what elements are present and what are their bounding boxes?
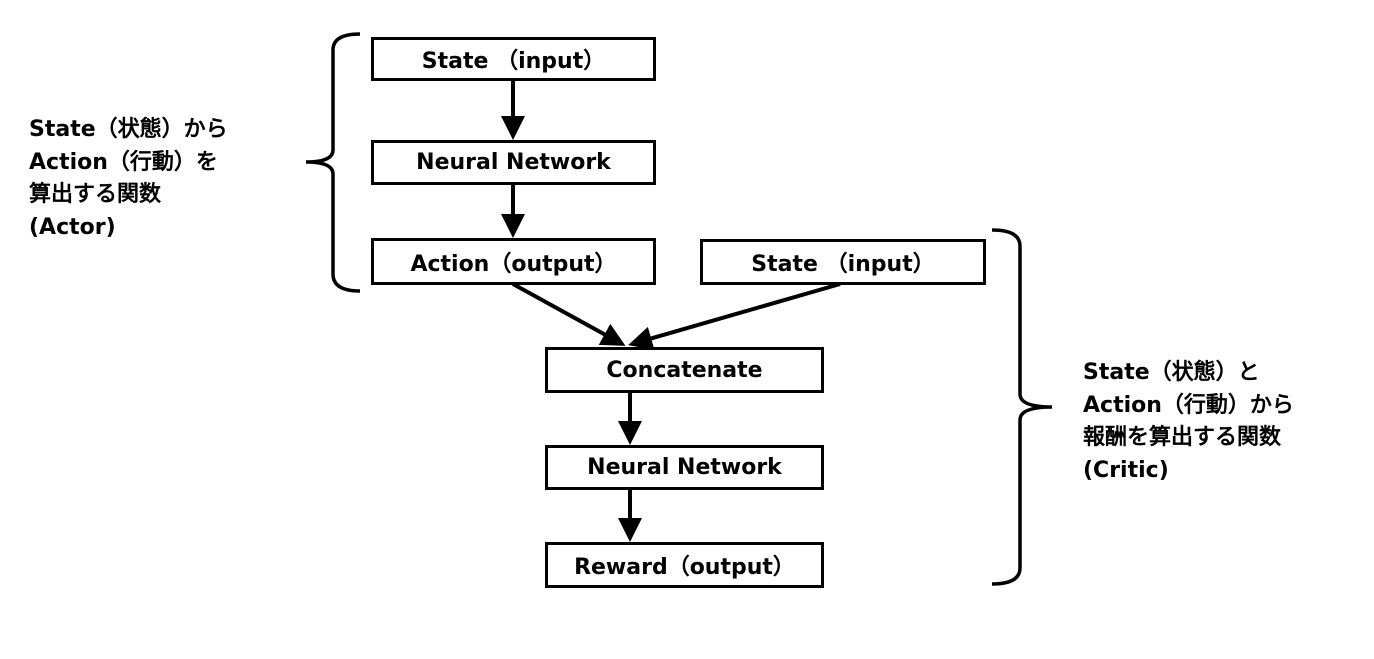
critic-description-line: Action（行動）から	[1083, 392, 1294, 418]
actor-description-line: Action（行動）を	[29, 149, 218, 175]
actor-description-line: State（状態）から	[29, 117, 228, 142]
critic-description-line: 報酬を算出する関数	[1083, 425, 1282, 450]
concatenate-node: Concatenate	[545, 347, 824, 393]
actor-description: State（状態）から Action（行動）を 算出する関数 (Actor)	[29, 114, 228, 244]
actor-description-line: 算出する関数	[29, 182, 162, 207]
arrow-state-to-concat	[628, 282, 841, 350]
arrow-action-to-concat	[512, 282, 626, 346]
actor-state-input-node: State （input）	[371, 37, 656, 81]
critic-description-line: State（状態）と	[1083, 360, 1260, 385]
critic-neural-network-node: Neural Network	[545, 445, 824, 490]
actor-description-line: (Actor)	[29, 214, 116, 240]
critic-description: State（状態）と Action（行動）から 報酬を算出する関数 (Criti…	[1083, 357, 1294, 487]
critic-brace	[991, 228, 1053, 586]
reward-output-node: Reward（output）	[545, 542, 824, 588]
actor-critic-diagram: State （input） Neural Network Action（outp…	[0, 0, 1374, 659]
actor-brace	[305, 32, 361, 293]
action-output-node: Action（output）	[371, 238, 656, 285]
actor-neural-network-node: Neural Network	[371, 140, 656, 185]
critic-state-input-node: State （input）	[700, 239, 986, 285]
critic-description-line: (Critic)	[1083, 457, 1169, 483]
